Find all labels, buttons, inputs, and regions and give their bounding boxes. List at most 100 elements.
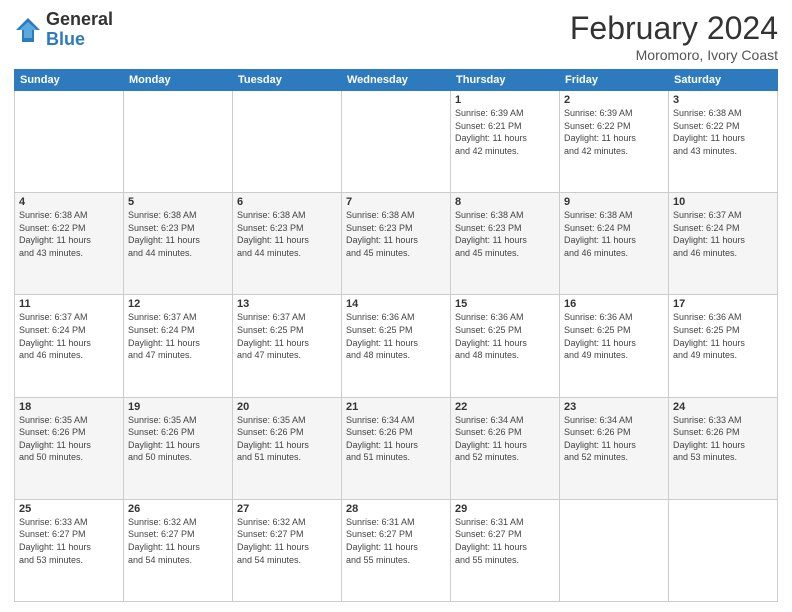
day-number: 14 bbox=[346, 298, 446, 310]
day-info: Sunrise: 6:39 AM Sunset: 6:22 PM Dayligh… bbox=[564, 107, 664, 157]
header: General Blue February 2024 Moromoro, Ivo… bbox=[14, 10, 778, 63]
day-info: Sunrise: 6:36 AM Sunset: 6:25 PM Dayligh… bbox=[346, 311, 446, 361]
week-row-3: 11Sunrise: 6:37 AM Sunset: 6:24 PM Dayli… bbox=[15, 295, 778, 397]
day-number: 16 bbox=[564, 298, 664, 310]
calendar-subtitle: Moromoro, Ivory Coast bbox=[570, 47, 778, 63]
day-number: 24 bbox=[673, 401, 773, 413]
day-cell: 9Sunrise: 6:38 AM Sunset: 6:24 PM Daylig… bbox=[560, 193, 669, 295]
day-info: Sunrise: 6:38 AM Sunset: 6:22 PM Dayligh… bbox=[19, 209, 119, 259]
day-number: 4 bbox=[19, 196, 119, 208]
day-number: 29 bbox=[455, 503, 555, 515]
day-cell bbox=[669, 499, 778, 601]
day-number: 25 bbox=[19, 503, 119, 515]
day-cell: 11Sunrise: 6:37 AM Sunset: 6:24 PM Dayli… bbox=[15, 295, 124, 397]
day-info: Sunrise: 6:38 AM Sunset: 6:24 PM Dayligh… bbox=[564, 209, 664, 259]
day-info: Sunrise: 6:38 AM Sunset: 6:23 PM Dayligh… bbox=[346, 209, 446, 259]
day-cell: 1Sunrise: 6:39 AM Sunset: 6:21 PM Daylig… bbox=[451, 91, 560, 193]
day-number: 26 bbox=[128, 503, 228, 515]
header-row: SundayMondayTuesdayWednesdayThursdayFrid… bbox=[15, 70, 778, 91]
day-info: Sunrise: 6:38 AM Sunset: 6:23 PM Dayligh… bbox=[128, 209, 228, 259]
day-cell: 27Sunrise: 6:32 AM Sunset: 6:27 PM Dayli… bbox=[233, 499, 342, 601]
day-number: 3 bbox=[673, 94, 773, 106]
day-cell: 12Sunrise: 6:37 AM Sunset: 6:24 PM Dayli… bbox=[124, 295, 233, 397]
week-row-4: 18Sunrise: 6:35 AM Sunset: 6:26 PM Dayli… bbox=[15, 397, 778, 499]
day-info: Sunrise: 6:32 AM Sunset: 6:27 PM Dayligh… bbox=[237, 516, 337, 566]
logo-icon bbox=[14, 16, 42, 44]
day-header-wednesday: Wednesday bbox=[342, 70, 451, 91]
day-info: Sunrise: 6:35 AM Sunset: 6:26 PM Dayligh… bbox=[237, 414, 337, 464]
day-cell bbox=[124, 91, 233, 193]
day-header-thursday: Thursday bbox=[451, 70, 560, 91]
week-row-1: 1Sunrise: 6:39 AM Sunset: 6:21 PM Daylig… bbox=[15, 91, 778, 193]
day-number: 12 bbox=[128, 298, 228, 310]
day-number: 19 bbox=[128, 401, 228, 413]
day-header-sunday: Sunday bbox=[15, 70, 124, 91]
day-info: Sunrise: 6:33 AM Sunset: 6:26 PM Dayligh… bbox=[673, 414, 773, 464]
day-number: 27 bbox=[237, 503, 337, 515]
week-row-2: 4Sunrise: 6:38 AM Sunset: 6:22 PM Daylig… bbox=[15, 193, 778, 295]
day-number: 20 bbox=[237, 401, 337, 413]
day-cell: 15Sunrise: 6:36 AM Sunset: 6:25 PM Dayli… bbox=[451, 295, 560, 397]
day-info: Sunrise: 6:33 AM Sunset: 6:27 PM Dayligh… bbox=[19, 516, 119, 566]
day-info: Sunrise: 6:35 AM Sunset: 6:26 PM Dayligh… bbox=[19, 414, 119, 464]
day-header-friday: Friday bbox=[560, 70, 669, 91]
day-header-tuesday: Tuesday bbox=[233, 70, 342, 91]
day-info: Sunrise: 6:36 AM Sunset: 6:25 PM Dayligh… bbox=[673, 311, 773, 361]
day-info: Sunrise: 6:38 AM Sunset: 6:23 PM Dayligh… bbox=[237, 209, 337, 259]
day-number: 8 bbox=[455, 196, 555, 208]
day-number: 18 bbox=[19, 401, 119, 413]
day-info: Sunrise: 6:36 AM Sunset: 6:25 PM Dayligh… bbox=[455, 311, 555, 361]
day-info: Sunrise: 6:36 AM Sunset: 6:25 PM Dayligh… bbox=[564, 311, 664, 361]
day-info: Sunrise: 6:34 AM Sunset: 6:26 PM Dayligh… bbox=[564, 414, 664, 464]
day-number: 17 bbox=[673, 298, 773, 310]
day-cell bbox=[15, 91, 124, 193]
day-info: Sunrise: 6:38 AM Sunset: 6:23 PM Dayligh… bbox=[455, 209, 555, 259]
day-cell: 6Sunrise: 6:38 AM Sunset: 6:23 PM Daylig… bbox=[233, 193, 342, 295]
day-number: 22 bbox=[455, 401, 555, 413]
day-cell: 10Sunrise: 6:37 AM Sunset: 6:24 PM Dayli… bbox=[669, 193, 778, 295]
day-cell: 20Sunrise: 6:35 AM Sunset: 6:26 PM Dayli… bbox=[233, 397, 342, 499]
day-cell: 17Sunrise: 6:36 AM Sunset: 6:25 PM Dayli… bbox=[669, 295, 778, 397]
logo: General Blue bbox=[14, 10, 113, 50]
day-cell: 18Sunrise: 6:35 AM Sunset: 6:26 PM Dayli… bbox=[15, 397, 124, 499]
day-cell: 21Sunrise: 6:34 AM Sunset: 6:26 PM Dayli… bbox=[342, 397, 451, 499]
day-cell: 4Sunrise: 6:38 AM Sunset: 6:22 PM Daylig… bbox=[15, 193, 124, 295]
day-cell: 16Sunrise: 6:36 AM Sunset: 6:25 PM Dayli… bbox=[560, 295, 669, 397]
day-info: Sunrise: 6:34 AM Sunset: 6:26 PM Dayligh… bbox=[455, 414, 555, 464]
day-cell: 22Sunrise: 6:34 AM Sunset: 6:26 PM Dayli… bbox=[451, 397, 560, 499]
day-info: Sunrise: 6:34 AM Sunset: 6:26 PM Dayligh… bbox=[346, 414, 446, 464]
day-cell: 23Sunrise: 6:34 AM Sunset: 6:26 PM Dayli… bbox=[560, 397, 669, 499]
day-number: 6 bbox=[237, 196, 337, 208]
day-cell: 14Sunrise: 6:36 AM Sunset: 6:25 PM Dayli… bbox=[342, 295, 451, 397]
page: General Blue February 2024 Moromoro, Ivo… bbox=[0, 0, 792, 612]
day-cell: 8Sunrise: 6:38 AM Sunset: 6:23 PM Daylig… bbox=[451, 193, 560, 295]
calendar-table: SundayMondayTuesdayWednesdayThursdayFrid… bbox=[14, 69, 778, 602]
day-cell: 19Sunrise: 6:35 AM Sunset: 6:26 PM Dayli… bbox=[124, 397, 233, 499]
day-cell: 29Sunrise: 6:31 AM Sunset: 6:27 PM Dayli… bbox=[451, 499, 560, 601]
day-number: 28 bbox=[346, 503, 446, 515]
logo-text: General Blue bbox=[46, 10, 113, 50]
day-info: Sunrise: 6:35 AM Sunset: 6:26 PM Dayligh… bbox=[128, 414, 228, 464]
day-number: 11 bbox=[19, 298, 119, 310]
day-number: 7 bbox=[346, 196, 446, 208]
day-info: Sunrise: 6:31 AM Sunset: 6:27 PM Dayligh… bbox=[346, 516, 446, 566]
day-info: Sunrise: 6:31 AM Sunset: 6:27 PM Dayligh… bbox=[455, 516, 555, 566]
day-info: Sunrise: 6:37 AM Sunset: 6:24 PM Dayligh… bbox=[19, 311, 119, 361]
day-cell: 25Sunrise: 6:33 AM Sunset: 6:27 PM Dayli… bbox=[15, 499, 124, 601]
day-cell: 3Sunrise: 6:38 AM Sunset: 6:22 PM Daylig… bbox=[669, 91, 778, 193]
day-cell: 26Sunrise: 6:32 AM Sunset: 6:27 PM Dayli… bbox=[124, 499, 233, 601]
day-number: 13 bbox=[237, 298, 337, 310]
day-number: 21 bbox=[346, 401, 446, 413]
week-row-5: 25Sunrise: 6:33 AM Sunset: 6:27 PM Dayli… bbox=[15, 499, 778, 601]
day-cell: 2Sunrise: 6:39 AM Sunset: 6:22 PM Daylig… bbox=[560, 91, 669, 193]
day-cell bbox=[342, 91, 451, 193]
day-number: 5 bbox=[128, 196, 228, 208]
day-number: 15 bbox=[455, 298, 555, 310]
day-header-monday: Monday bbox=[124, 70, 233, 91]
calendar-title: February 2024 bbox=[570, 10, 778, 47]
day-cell bbox=[560, 499, 669, 601]
day-cell: 24Sunrise: 6:33 AM Sunset: 6:26 PM Dayli… bbox=[669, 397, 778, 499]
day-info: Sunrise: 6:37 AM Sunset: 6:24 PM Dayligh… bbox=[128, 311, 228, 361]
day-number: 2 bbox=[564, 94, 664, 106]
day-info: Sunrise: 6:39 AM Sunset: 6:21 PM Dayligh… bbox=[455, 107, 555, 157]
